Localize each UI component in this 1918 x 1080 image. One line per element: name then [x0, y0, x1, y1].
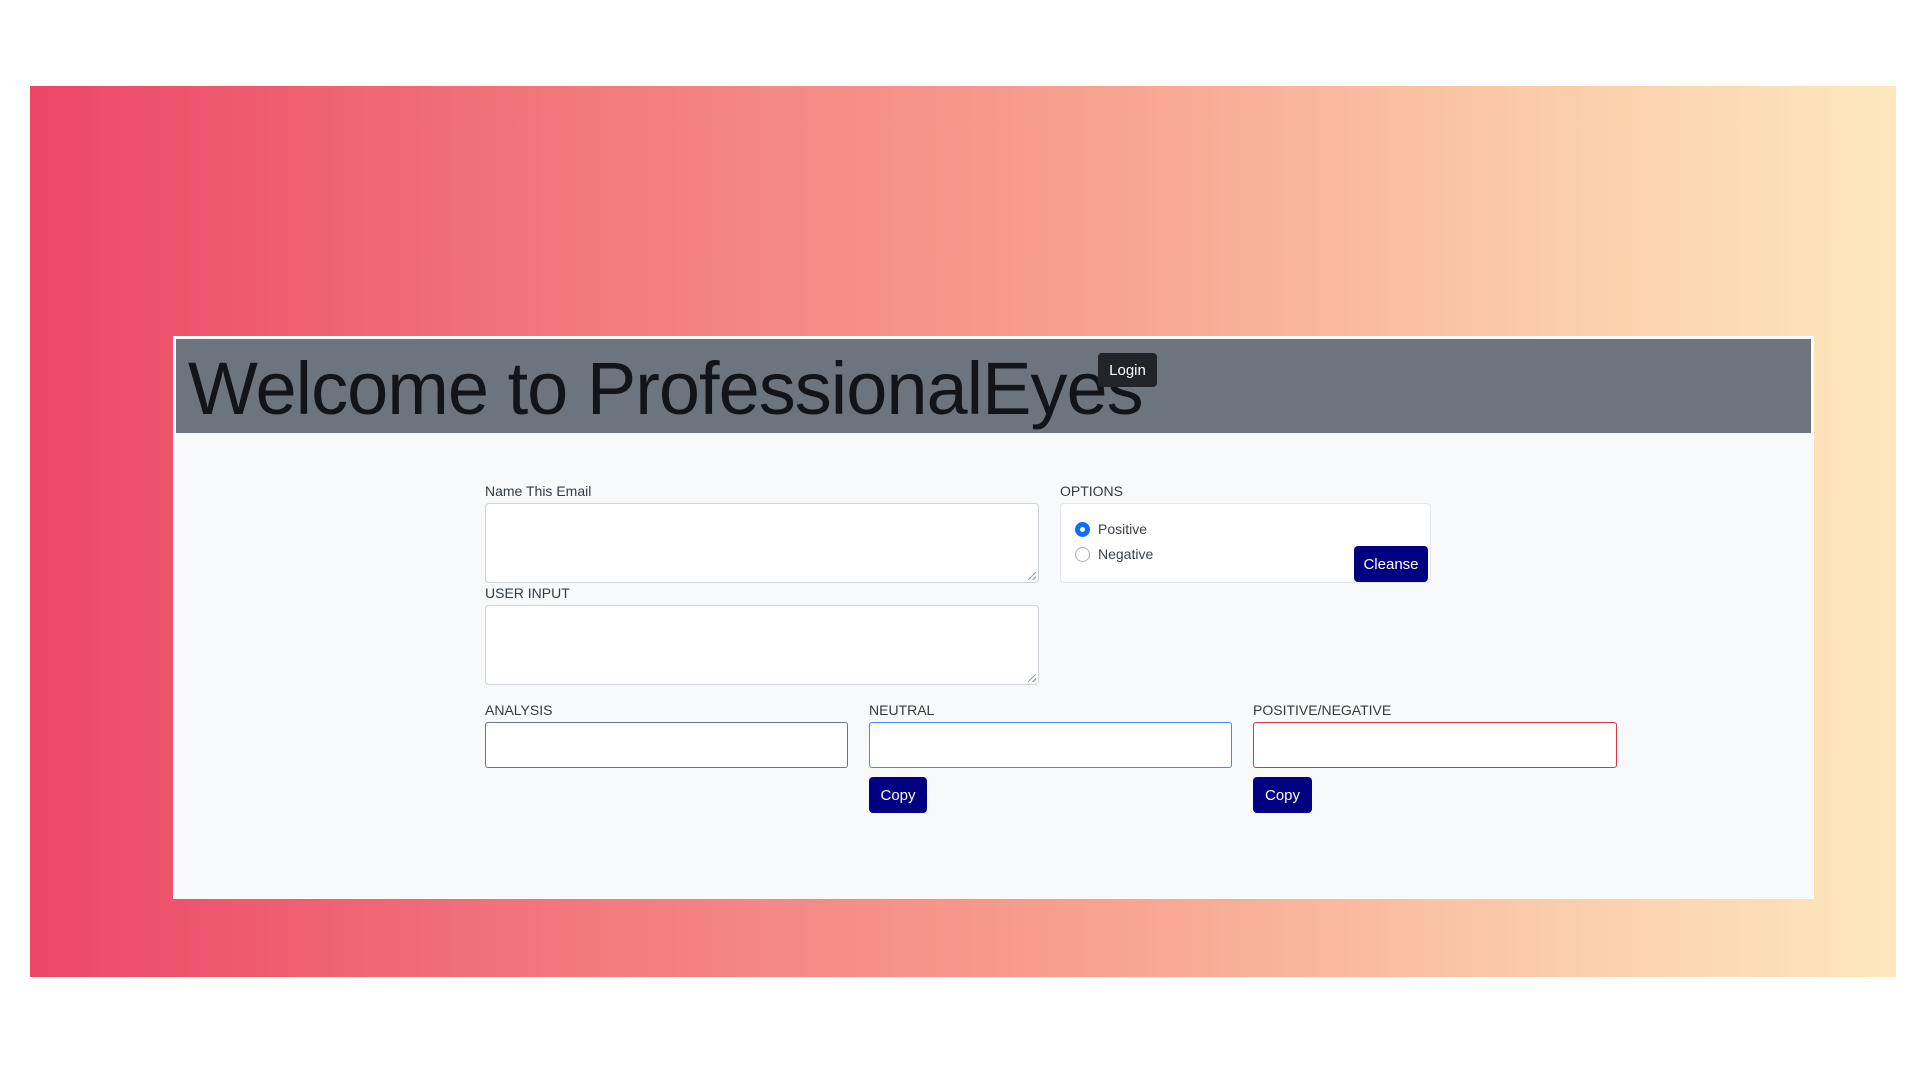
options-panel: Positive Negative Cleanse [1060, 503, 1431, 583]
resize-handle-icon[interactable] [1028, 572, 1036, 580]
resize-handle-icon[interactable] [1028, 674, 1036, 682]
name-email-textarea[interactable] [485, 503, 1039, 583]
page-title: Welcome to ProfessionalEyes [188, 347, 1144, 430]
cleanse-button[interactable]: Cleanse [1354, 546, 1428, 582]
radio-unchecked-icon[interactable] [1075, 546, 1090, 562]
analysis-label: ANALYSIS [485, 702, 553, 718]
page-header: Welcome to ProfessionalEyes Login [176, 339, 1811, 433]
analysis-field[interactable] [485, 722, 848, 768]
name-email-label: Name This Email [485, 483, 592, 499]
options-label: OPTIONS [1060, 483, 1124, 499]
neutral-field[interactable] [869, 722, 1232, 768]
user-input-textarea[interactable] [485, 605, 1039, 685]
radio-negative-label: Negative [1098, 546, 1154, 562]
radio-positive-label: Positive [1098, 521, 1148, 537]
user-input-label: USER INPUT [485, 585, 570, 601]
copy-neutral-button[interactable]: Copy [869, 777, 927, 813]
main-card: Welcome to ProfessionalEyes Login Name T… [173, 336, 1814, 899]
neutral-label: NEUTRAL [869, 702, 935, 718]
login-button[interactable]: Login [1098, 353, 1157, 387]
gradient-background: Welcome to ProfessionalEyes Login Name T… [30, 86, 1896, 977]
copy-posneg-button[interactable]: Copy [1253, 777, 1312, 813]
posneg-field[interactable] [1253, 722, 1617, 768]
posneg-label: POSITIVE/NEGATIVE [1253, 702, 1392, 718]
radio-checked-icon[interactable] [1075, 521, 1090, 537]
radio-option-positive[interactable]: Positive [1075, 520, 1147, 538]
radio-option-negative[interactable]: Negative [1075, 545, 1153, 563]
